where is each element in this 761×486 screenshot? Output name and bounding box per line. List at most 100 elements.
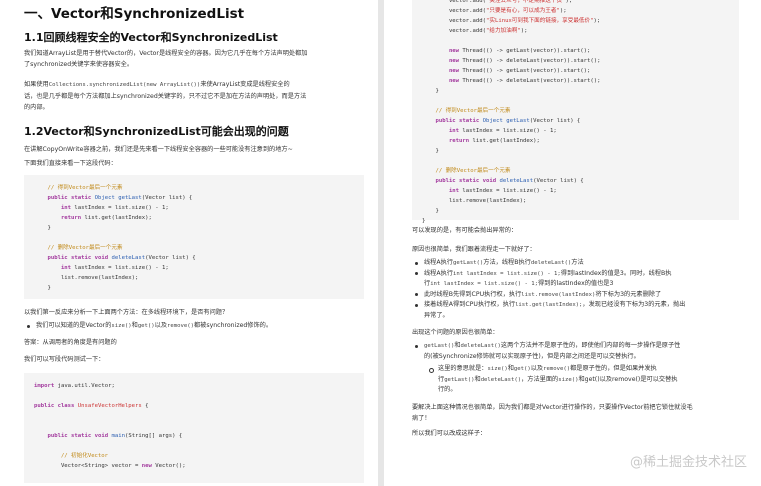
list-text: 异常了。 (424, 311, 449, 319)
inline-code: remove() (167, 323, 194, 329)
inline-code: list.remove(lastIndex) (521, 291, 596, 298)
paragraph: 可以发现的是，有可能会抛出异常的： (412, 227, 518, 234)
code-token: vector.add( (422, 18, 486, 24)
code-line: public static void main(String[] args) { (34, 431, 354, 441)
code-token: public static (34, 195, 95, 201)
code-token: "给力加油啊" (486, 28, 521, 34)
code-token: Object (94, 195, 119, 201)
code-token: deleteLast (111, 255, 146, 261)
list-item: 线程A执行int lastIndex = list.size() - 1;得到l… (412, 269, 739, 280)
code-token: "实Linux可到我下面的链接，享受最低价" (486, 18, 594, 24)
code-line: } (34, 283, 354, 293)
code-line: } (422, 146, 729, 156)
inline-code: size() (558, 376, 579, 383)
paragraph: 要解决上面这种情况也很简单，因为我们都是对Vector进行操作的，只要操作Vec… (412, 403, 693, 411)
code-token: list.remove(lastIndex); (422, 198, 527, 204)
list-text: 以及 (154, 322, 168, 329)
code-line: int lastIndex = list.size() - 1; (422, 126, 729, 136)
code-line: public static Object getLast(Vector list… (34, 193, 354, 203)
code-token: public class (34, 402, 78, 409)
code-token: public static (422, 118, 483, 124)
inline-code: size() (487, 366, 508, 372)
code-token: // 得到Vector最后一个元素 (422, 108, 511, 114)
paragraph: 以我们第一反应来分析一下上面两个方法：在多线程环境下，是否有问题？ (24, 309, 229, 316)
code-token: lastIndex = list.size() - 1; (462, 188, 557, 194)
code-line: new Thread(() -> getLast(vector)).start(… (422, 66, 729, 76)
code-token: } (422, 148, 439, 154)
paragraph: 了synchronized关键字来使容器安全。 (24, 61, 134, 68)
list-text: ，方法里面的 (521, 375, 559, 383)
code-token: list.remove(lastIndex); (34, 275, 139, 281)
code-line: // 初始化Vector (34, 451, 354, 461)
list-item: 此时线程B先得到CPU执行权，执行list.remove(lastIndex)将… (412, 290, 739, 301)
code-token: int (422, 188, 463, 194)
code-line: import java.util.Vector; (34, 381, 354, 391)
code-token: { (145, 402, 149, 409)
paragraph: 我们知道ArrayList是用于替代Vector的，Vector是线程安全的容器… (24, 50, 308, 57)
inline-code: Collections.synchronizedList(new ArrayLi… (48, 82, 201, 88)
code-token: vector.add( (422, 0, 486, 4)
code-token: new (422, 78, 463, 84)
code-line: } (422, 86, 729, 96)
paragraph: 答案：从调用者的角度是有问题的 (24, 338, 117, 346)
code-line: // 得到Vector最后一个元素 (422, 106, 729, 116)
code-token: new (422, 48, 463, 54)
inline-code: getLast() (452, 260, 484, 266)
code-token: } (422, 218, 426, 224)
code-block: vector.add("关注公众号，不定期推送干货"); vector.add(… (412, 0, 739, 224)
code-token: Vector(); (155, 462, 186, 469)
code-line: new Thread(() -> deleteLast(vector)).sta… (422, 76, 729, 86)
code-line: } (34, 223, 354, 233)
code-token: // 得到Vector最后一个元素 (34, 185, 123, 191)
code-line: new Thread(() -> getLast(vector)).start(… (422, 46, 729, 56)
code-token: Thread(() -> getLast(vector)).start(); (462, 48, 591, 54)
code-line: list.remove(lastIndex); (422, 196, 729, 206)
code-token: "关注公众号，不定期推送干货" (486, 0, 566, 4)
code-line: vector.add("只要是有心，可以成为王者"); (422, 6, 729, 16)
code-line: int lastIndex = list.size() - 1; (34, 203, 354, 213)
list-item: 线程A执行getLast()方法，线程B执行deleteLast()方法 (412, 258, 739, 269)
list-item: getLast()和deleteLast()这两个方法并不是原子性的，即使他们内… (412, 341, 739, 352)
code-line: int lastIndex = list.size() - 1; (34, 263, 354, 273)
code-line: new Thread(() -> deleteLast(vector)).sta… (422, 56, 729, 66)
code-token: int (422, 128, 463, 134)
list-text: 都是原子性的，但是如果并发执 (570, 365, 657, 372)
left-page: 一、Vector和SynchronizedList 1.1回顾线程安全的Vect… (0, 0, 378, 486)
code-token: ); (565, 0, 573, 4)
code-token: (Vector list) { (141, 195, 193, 201)
paragraph-text: 来使ArrayList变成是线程安全的 (200, 81, 290, 88)
list-text: 线程A执行 (424, 269, 453, 277)
bullet-list: 我们可以知道的是Vector的size()和get()以及remove()都被s… (24, 321, 364, 332)
list-item: 行int lastIndex = list.size() - 1;得到的last… (412, 279, 739, 290)
paragraph: 下面我们直接来看一下这段代码： (24, 160, 117, 167)
code-line: public class UnsafeVectorHelpers { (34, 401, 354, 411)
code-token: UnsafeVectorHelpers (77, 402, 146, 409)
inline-code: int lastIndex = list.size() - 1; (452, 270, 561, 277)
code-line: int lastIndex = list.size() - 1; (422, 186, 729, 196)
code-line: public static void deleteLast(Vector lis… (34, 253, 354, 263)
paragraph: 在讲解CopyOnWrite容器之前，我们还是先来看一下线程安全容器的一些可能没… (24, 146, 293, 153)
list-text: 方法，线程B执行 (483, 259, 531, 266)
code-token: list.get(lastIndex); (472, 138, 540, 144)
paragraph: 所以我们可以改成这样子： (412, 429, 487, 437)
inline-code: remove() (543, 366, 571, 372)
code-token: new (422, 68, 463, 74)
list-item: 的(被Synchronize修饰就可以实现原子性)，但是内部之间还是可以交替执行… (412, 352, 739, 363)
inline-code: deleteLast() (460, 343, 501, 349)
code-token: Object (482, 118, 507, 124)
code-token: return (34, 215, 85, 221)
code-token: main (111, 432, 125, 439)
code-token: // 删除Vector最后一个元素 (34, 245, 123, 251)
paragraph: 原因也很简单，我们跟着流程走一下就好了： (412, 246, 536, 253)
inline-code: size() (111, 323, 132, 329)
code-token: import (34, 382, 58, 389)
list-item: 这里的意思就是：size()和get()以及remove()都是原子性的，但是如… (412, 364, 739, 375)
code-token: (Vector list) { (533, 178, 584, 184)
